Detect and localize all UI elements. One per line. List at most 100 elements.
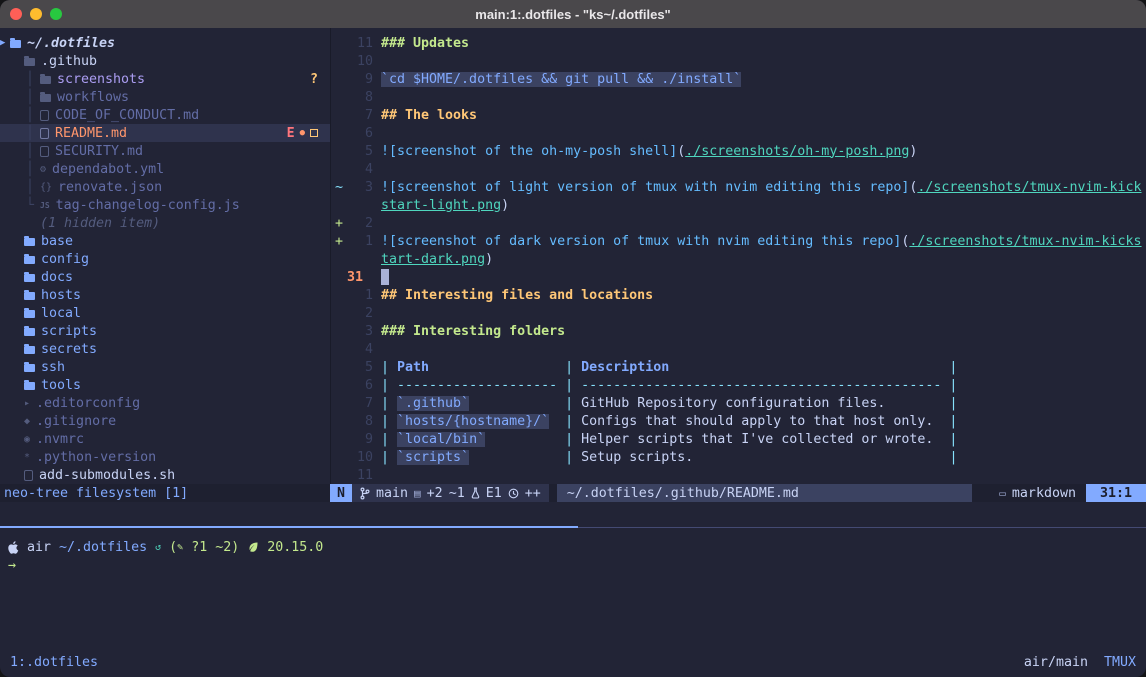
sidebar-item--editorconfig[interactable]: ▸.editorconfig <box>0 394 330 412</box>
diff-added: +2 <box>427 486 443 501</box>
syntax-segment: ## Interesting files and locations <box>381 288 653 303</box>
neotree-sidebar[interactable]: ▶~/.dotfiles.github│screenshots?│workflo… <box>0 28 330 484</box>
editor-line[interactable]: 9`cd $HOME/.dotfiles && git pull && ./in… <box>331 70 1146 88</box>
editor-line[interactable]: 6| -------------------- | --------------… <box>331 376 1146 394</box>
line-text: `cd $HOME/.dotfiles && git pull && ./ins… <box>373 72 741 87</box>
tree-guide: │ <box>26 126 40 141</box>
editor-line[interactable]: 11 <box>331 466 1146 484</box>
sidebar-item--1-hidden-item-[interactable]: (1 hidden item) <box>0 214 330 232</box>
sidebar-item-tag-changelog-config-js[interactable]: └JStag-changelog-config.js <box>0 196 330 214</box>
editor-line[interactable]: 5![screenshot of the oh-my-posh shell](.… <box>331 142 1146 160</box>
apple-icon <box>8 541 19 554</box>
tmux-window-item[interactable]: 1:.dotfiles <box>10 655 98 670</box>
cursor-position: 31:1 <box>1086 484 1146 502</box>
line-text: ## Interesting files and locations <box>373 288 653 303</box>
sidebar-item-security-md[interactable]: │SECURITY.md <box>0 142 330 160</box>
branch-icon <box>360 487 370 500</box>
line-text: tart-dark.png) <box>373 252 493 267</box>
title-bar[interactable]: main:1:.dotfiles - "ks~/.dotfiles" <box>0 0 1146 28</box>
line-number: 5 <box>347 360 373 375</box>
sidebar-item-ssh[interactable]: ssh <box>0 358 330 376</box>
sidebar-item-label: .python-version <box>36 450 156 465</box>
sidebar-item-base[interactable]: base <box>0 232 330 250</box>
sidebar-item-dependabot-yml[interactable]: │⚙dependabot.yml <box>0 160 330 178</box>
sidebar-item--nvmrc[interactable]: ◉.nvmrc <box>0 430 330 448</box>
sidebar-item-readme-md[interactable]: │README.mdE● <box>0 124 330 142</box>
file-path: ~/.dotfiles/.github/README.md <box>557 484 972 502</box>
line-number: 11 <box>347 468 373 483</box>
line-text: | `hosts/{hostname}/` | Configs that sho… <box>373 414 957 429</box>
terminal-window: main:1:.dotfiles - "ks~/.dotfiles" ▶~/.d… <box>0 0 1146 677</box>
sidebar-item-label: ssh <box>41 360 65 375</box>
editor-line[interactable]: ~3![screenshot of light version of tmux … <box>331 178 1146 196</box>
sidebar-item--dotfiles[interactable]: ▶~/.dotfiles <box>0 34 330 52</box>
shell-pane[interactable]: air ~/.dotfiles ↺ (✎ ?1 ~2) 20.15.0 → <box>0 528 1146 651</box>
sidebar-item-docs[interactable]: docs <box>0 268 330 286</box>
editor-line[interactable]: 8| `hosts/{hostname}/` | Configs that sh… <box>331 412 1146 430</box>
syntax-segment <box>429 360 565 375</box>
sidebar-item-scripts[interactable]: scripts <box>0 322 330 340</box>
sidebar-item--github[interactable]: .github <box>0 52 330 70</box>
editor-line[interactable]: 10| `scripts` | Setup scripts. | <box>331 448 1146 466</box>
sidebar-item--gitignore[interactable]: ◆.gitignore <box>0 412 330 430</box>
sidebar-item-add-submodules-sh[interactable]: add-submodules.sh <box>0 466 330 484</box>
line-text: ### Updates <box>373 36 469 51</box>
editor-line[interactable]: 7## The looks <box>331 106 1146 124</box>
editor-line[interactable]: start-light.png) <box>331 196 1146 214</box>
tree-guide: │ <box>26 144 40 159</box>
editor-line[interactable]: 2 <box>331 304 1146 322</box>
folder-icon <box>24 364 35 372</box>
line-text: | -------------------- | ---------------… <box>373 378 957 393</box>
syntax-segment: ## The looks <box>381 108 477 123</box>
line-number: 6 <box>347 126 373 141</box>
editor-line[interactable]: 11### Updates <box>331 34 1146 52</box>
diff-modified: ~1 <box>449 486 465 501</box>
line-number: 4 <box>347 342 373 357</box>
editor-line[interactable]: +2 <box>331 214 1146 232</box>
editor-line[interactable]: 7| `.github` | GitHub Repository configu… <box>331 394 1146 412</box>
editor-buffer[interactable]: 11### Updates 10 9`cd $HOME/.dotfiles &&… <box>330 28 1146 484</box>
file-icon <box>40 110 49 121</box>
syntax-segment <box>557 378 565 393</box>
editor-line[interactable]: 10 <box>331 52 1146 70</box>
js-icon: JS <box>40 201 50 210</box>
line-number: 7 <box>347 396 373 411</box>
sidebar-item-tools[interactable]: tools <box>0 376 330 394</box>
gutter-sign <box>331 54 347 69</box>
sidebar-item--python-version[interactable]: *.python-version <box>0 448 330 466</box>
editor-line[interactable]: 3### Interesting folders <box>331 322 1146 340</box>
gutter-sign <box>331 90 347 105</box>
prompt-segment: air <box>19 540 59 555</box>
editor-line[interactable]: 4 <box>331 340 1146 358</box>
editor-line[interactable]: 6 <box>331 124 1146 142</box>
line-text: ![screenshot of the oh-my-posh shell](./… <box>373 144 917 159</box>
line-text: ![screenshot of dark version of tmux wit… <box>373 234 1142 249</box>
sidebar-item-renovate-json[interactable]: │{}renovate.json <box>0 178 330 196</box>
sidebar-item-workflows[interactable]: │workflows <box>0 88 330 106</box>
sidebar-item-local[interactable]: local <box>0 304 330 322</box>
syntax-segment: | <box>949 414 957 429</box>
syntax-segment <box>549 414 565 429</box>
sidebar-item-screenshots[interactable]: │screenshots? <box>0 70 330 88</box>
sidebar-item-code-of-conduct-md[interactable]: │CODE_OF_CONDUCT.md <box>0 106 330 124</box>
editor-line[interactable]: 8 <box>331 88 1146 106</box>
syntax-segment: ./screenshots/tmux-nvim-kicks <box>909 234 1141 249</box>
expander-icon[interactable]: ▶ <box>0 38 10 48</box>
sidebar-item-config[interactable]: config <box>0 250 330 268</box>
git-segment: main ▤ +2 ~1 E1 ++ <box>352 484 549 502</box>
filetype-segment: ▭ markdown <box>999 484 1086 502</box>
editor-line[interactable]: 5| Path | Description | <box>331 358 1146 376</box>
line-number: 5 <box>347 144 373 159</box>
editor-line[interactable]: 4 <box>331 160 1146 178</box>
editor-line[interactable]: 1## Interesting files and locations <box>331 286 1146 304</box>
editor-line[interactable]: tart-dark.png) <box>331 250 1146 268</box>
sidebar-item-hosts[interactable]: hosts <box>0 286 330 304</box>
line-text: ### Interesting folders <box>373 324 565 339</box>
syntax-segment <box>933 432 949 447</box>
editor-line[interactable]: 31 <box>331 268 1146 286</box>
editor-line[interactable]: +1![screenshot of dark version of tmux w… <box>331 232 1146 250</box>
sidebar-item-label: README.md <box>55 126 127 141</box>
sidebar-item-secrets[interactable]: secrets <box>0 340 330 358</box>
prompt-continuation[interactable]: → <box>8 556 1146 574</box>
editor-line[interactable]: 9| `local/bin` | Helper scripts that I'v… <box>331 430 1146 448</box>
